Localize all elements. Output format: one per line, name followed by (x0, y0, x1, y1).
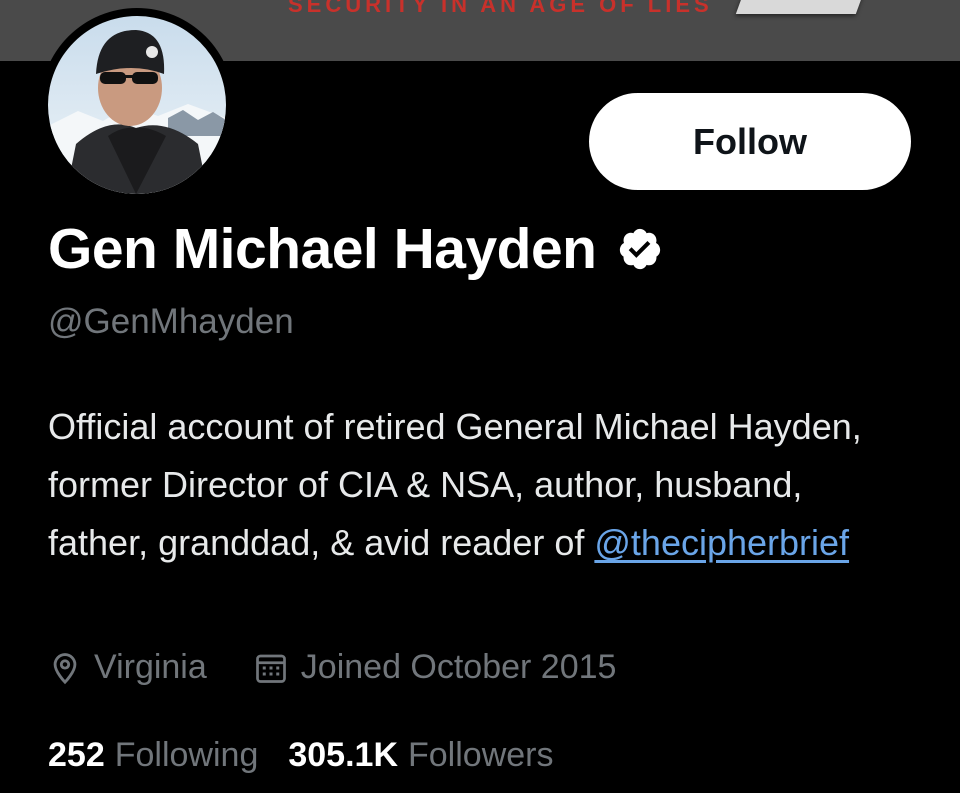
avatar[interactable] (48, 16, 226, 194)
profile-stats: 252 Following 305.1K Followers (48, 736, 583, 775)
location-text: Virginia (94, 648, 207, 686)
joined-text: Joined October 2015 (300, 648, 617, 686)
banner-book-shape (735, 0, 869, 14)
location-item: Virginia (48, 648, 207, 687)
location-pin-icon (53, 652, 77, 684)
calendar-icon (255, 654, 286, 683)
profile-meta: Virginia Joined October 2015 (48, 648, 616, 687)
followers-count: 305.1K (288, 736, 398, 774)
following-label: Following (114, 736, 259, 774)
avatar-photo (48, 16, 226, 194)
follow-button[interactable]: Follow (589, 93, 911, 190)
verified-badge-icon[interactable] (617, 226, 663, 272)
profile-name: Gen Michael Hayden (48, 217, 597, 281)
followers-stat[interactable]: 305.1K Followers (288, 736, 553, 775)
following-stat[interactable]: 252 Following (48, 736, 258, 775)
banner-text: SECURITY IN AN AGE OF LIES (288, 0, 713, 17)
joined-item: Joined October 2015 (253, 648, 617, 687)
profile-bio: Official account of retired General Mich… (48, 398, 908, 572)
bio-mention-link[interactable]: @thecipherbrief (594, 522, 849, 563)
following-count: 252 (48, 736, 105, 774)
profile-handle: @GenMhayden (48, 302, 294, 341)
followers-label: Followers (408, 736, 554, 774)
profile-name-row: Gen Michael Hayden (48, 216, 663, 282)
